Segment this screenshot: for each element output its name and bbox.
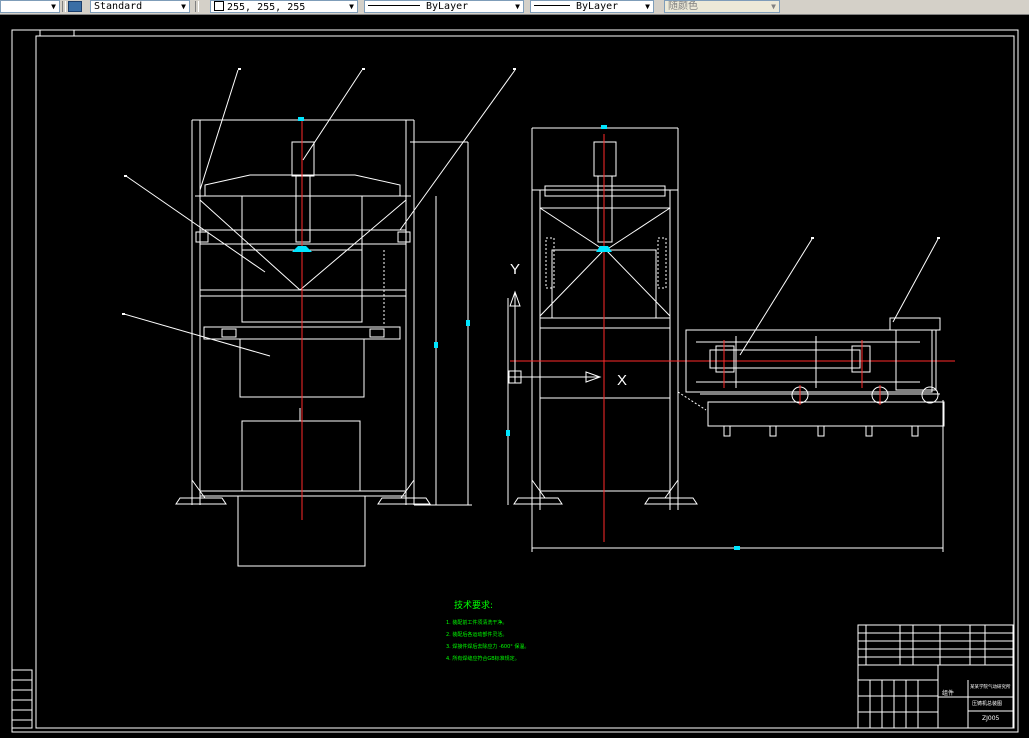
chevron-down-icon: ▼ bbox=[771, 2, 776, 11]
title-block-material: 组件 bbox=[942, 690, 955, 697]
front-view[interactable] bbox=[175, 119, 431, 567]
cylinder-tip-marker bbox=[292, 246, 312, 252]
dim-marker bbox=[298, 117, 304, 121]
leader-tags bbox=[122, 68, 516, 315]
lineweight-dropdown[interactable]: ByLayer ▼ bbox=[530, 0, 654, 13]
dim-marker bbox=[466, 320, 470, 326]
technical-notes-title: 技术要求: bbox=[454, 601, 494, 611]
toolbar-separator bbox=[62, 1, 66, 12]
text-style-value: Standard bbox=[94, 1, 143, 12]
linetype-value: ByLayer bbox=[426, 1, 469, 12]
plot-style-dropdown[interactable]: 随颜色 ▼ bbox=[664, 0, 780, 13]
part-leaders bbox=[123, 69, 516, 357]
technical-notes: 技术要求: 1. 装配前工件须清洗干净。 2. 装配后各运动部件灵活。 3. 焊… bbox=[446, 598, 646, 665]
conveyor-assembly[interactable] bbox=[677, 317, 945, 437]
properties-toolbar: ▼ Standard ▼ 255, 255, 255 ▼ ByLayer ▼ B… bbox=[0, 0, 1029, 15]
leader-tags bbox=[811, 237, 940, 239]
title-block: 组件 某某学院气动研究所 压铸机总装图 ZJ005 bbox=[858, 625, 1013, 729]
chevron-down-icon: ▼ bbox=[51, 2, 56, 11]
dim-marker bbox=[734, 546, 740, 550]
technical-note: 4. 所有焊缝应符合GB标准规定。 bbox=[446, 656, 520, 662]
title-block-school: 某某学院气动研究所 bbox=[970, 685, 1011, 690]
side-view[interactable] bbox=[513, 127, 698, 510]
dim-marker bbox=[434, 342, 438, 348]
toolbar-separator bbox=[195, 1, 199, 12]
chevron-down-icon: ▼ bbox=[349, 2, 354, 11]
dim-marker bbox=[601, 125, 607, 129]
axis-y-label: Y bbox=[510, 261, 520, 278]
text-style-dropdown[interactable]: Standard ▼ bbox=[90, 0, 190, 13]
color-swatch-icon bbox=[214, 1, 224, 11]
lineweight-sample bbox=[534, 5, 570, 6]
conveyor-leaders bbox=[739, 238, 939, 356]
axis-x-label: X bbox=[617, 372, 627, 389]
linetype-dropdown[interactable]: ByLayer ▼ bbox=[364, 0, 524, 13]
title-block-drawing-no: ZJ005 bbox=[982, 715, 1000, 722]
dim-marker bbox=[506, 430, 510, 436]
color-dropdown[interactable]: 255, 255, 255 ▼ bbox=[210, 0, 358, 13]
plot-style-value: 随颜色 bbox=[668, 1, 698, 12]
color-value: 255, 255, 255 bbox=[227, 2, 306, 13]
lineweight-value: ByLayer bbox=[576, 1, 619, 12]
chevron-down-icon: ▼ bbox=[645, 2, 650, 11]
technical-note: 1. 装配前工件须清洗干净。 bbox=[446, 620, 508, 626]
chevron-down-icon: ▼ bbox=[515, 2, 520, 11]
technical-note: 2. 装配后各运动部件灵活。 bbox=[446, 632, 508, 638]
front-view-dimensions bbox=[410, 141, 472, 506]
chevron-down-icon: ▼ bbox=[181, 2, 186, 11]
text-style-icon[interactable] bbox=[68, 1, 82, 12]
side-view-dimensions bbox=[507, 298, 944, 552]
ucs-axis-icon bbox=[508, 290, 602, 384]
title-block-drawing-name: 压铸机总装图 bbox=[972, 701, 1003, 707]
layer-dropdown[interactable]: ▼ bbox=[0, 0, 60, 13]
technical-note: 3. 焊接件焊后去除应力 -600° 保温。 bbox=[446, 644, 530, 650]
linetype-sample bbox=[368, 5, 420, 6]
